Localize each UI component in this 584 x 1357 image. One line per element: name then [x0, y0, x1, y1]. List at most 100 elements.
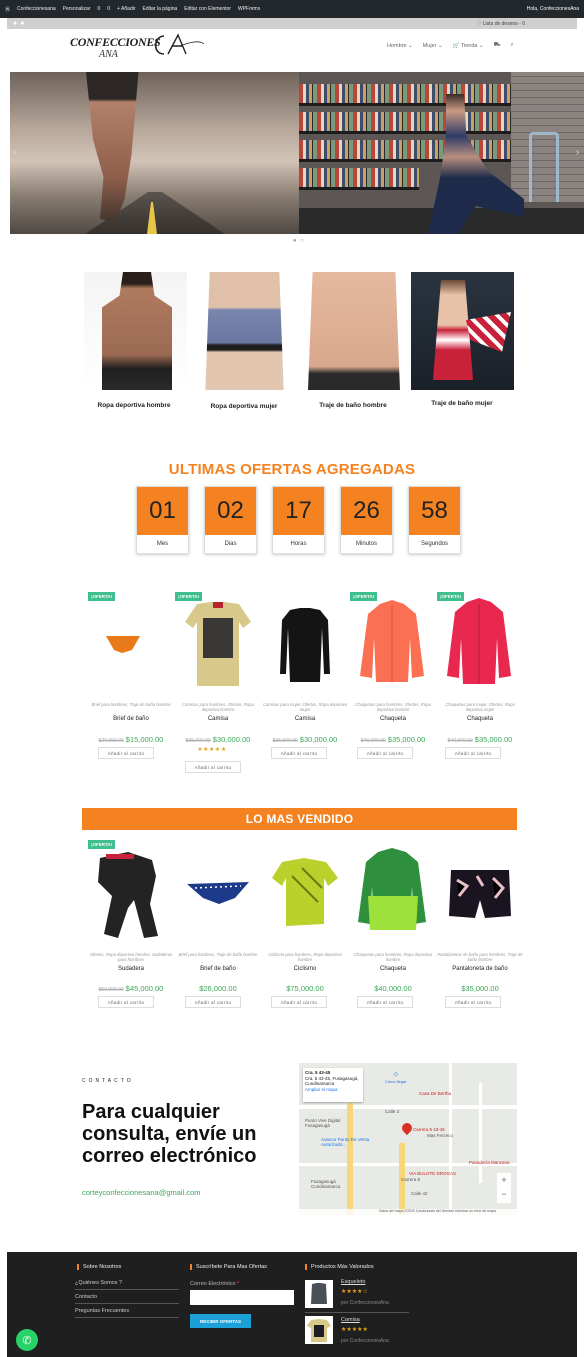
add-to-cart-button[interactable]: Añadir al carrito [185, 996, 241, 1008]
slider-prev-icon[interactable]: ‹ [13, 147, 16, 158]
product-name[interactable]: Camisa [262, 716, 348, 722]
product-image[interactable] [262, 846, 348, 938]
logo-mark[interactable] [150, 32, 205, 58]
top-product-name[interactable]: Camisa [341, 1317, 360, 1323]
nav-hombre[interactable]: Hombre ⌄ [387, 43, 413, 49]
product-name[interactable]: Chaqueta [350, 966, 436, 972]
product-categories[interactable]: Ciclismo para hombres, Ropa deportiva ho… [262, 952, 348, 962]
category-card[interactable] [84, 272, 187, 392]
product-name[interactable]: Ciclismo [262, 966, 348, 972]
category-label[interactable]: Traje de baño hombre [298, 402, 408, 409]
product-categories[interactable]: Chaquetas para mujer, Ofertas, Ropa depo… [437, 702, 523, 712]
map-pin-icon[interactable] [399, 1120, 415, 1136]
product-categories[interactable]: Chaquetas para hombres, Ropa deportiva h… [350, 952, 436, 962]
product-name[interactable]: Brief de baño [88, 716, 174, 722]
product-categories[interactable]: Ofertas, Ropa deportiva hombre, Sudadera… [88, 952, 174, 962]
add-to-cart-button[interactable]: Añadir al carrito [271, 996, 327, 1008]
admin-edit-elementor[interactable]: Editar con Elementor [184, 6, 231, 12]
hero-slider[interactable]: ‹ › [10, 72, 584, 234]
wordpress-icon[interactable]: Ⓦ [5, 6, 10, 13]
product-categories[interactable]: Pantalonetas de baño para hombres, Traje… [437, 952, 523, 962]
slider-next-icon[interactable]: › [576, 147, 579, 158]
nav-mujer[interactable]: Mujer ⌄ [423, 43, 443, 49]
map-label: Autocor Punto De Venta Autorizado... [321, 1137, 370, 1147]
subscribe-button[interactable]: RECIBIR OFERTAS [190, 1314, 251, 1328]
product-categories[interactable]: Camisas para mujer, Ofertas, Ropa deport… [262, 702, 348, 712]
product-image[interactable] [175, 846, 261, 938]
nav-tienda[interactable]: 🛒 Tienda ⌄ [453, 43, 484, 49]
product-image[interactable] [175, 598, 261, 690]
rating-stars: ★★★★★ [197, 747, 227, 753]
product-categories[interactable]: Brief para hombres, Traje de baño hombre [88, 702, 174, 707]
product-image[interactable] [437, 846, 523, 938]
add-to-cart-button[interactable]: Añadir al carrito [445, 996, 501, 1008]
admin-updates-count[interactable]: 0 [97, 6, 100, 12]
add-to-cart-button[interactable]: Añadir al carrito [271, 747, 327, 759]
whatsapp-icon[interactable]: ✆ [16, 1329, 38, 1351]
product-categories[interactable]: Camisas para hombres, Ofertas, Ropa depo… [175, 702, 261, 712]
wishlist-link[interactable]: ♡ Lista de deseos - 0 [477, 21, 525, 27]
admin-add-new[interactable]: + Añadir [117, 6, 136, 12]
logo-subtext[interactable]: ANA [99, 49, 118, 60]
product-name[interactable]: Pantaloneta de baño [437, 966, 523, 972]
social-icons[interactable]: ●● [13, 20, 27, 27]
product-name[interactable]: Brief de baño [175, 966, 261, 972]
product-image[interactable] [262, 598, 348, 690]
product-image[interactable] [350, 846, 436, 938]
category-label[interactable]: Ropa deportiva hombre [79, 402, 189, 409]
product-name[interactable]: Sudadera [88, 966, 174, 972]
map-zoom-control[interactable]: + − [497, 1173, 511, 1203]
top-product-name[interactable]: Esqueleto [341, 1279, 365, 1285]
slider-dots[interactable]: ● ○ [293, 238, 305, 244]
product-image[interactable] [350, 598, 436, 690]
category-card[interactable] [302, 272, 405, 392]
category-card[interactable] [193, 272, 296, 392]
product-name[interactable]: Chaqueta [350, 716, 436, 722]
product-name[interactable]: Chaqueta [437, 716, 523, 722]
add-to-cart-button[interactable]: Añadir al carrito [445, 747, 501, 759]
admin-site-name[interactable]: Confeccionesana [17, 6, 56, 12]
product-categories[interactable]: Brief para hombres, Traje de baño hombre [175, 952, 261, 957]
admin-comments-count[interactable]: 0 [107, 6, 110, 12]
countdown-label: Mes [156, 541, 169, 547]
google-map[interactable]: Cra. 5 43-45 Cra. 5 43-45, Fusagasugá, C… [299, 1063, 517, 1215]
admin-wpforms[interactable]: WPForms [238, 6, 260, 12]
zoom-out-icon[interactable]: − [497, 1187, 511, 1201]
map-directions-link[interactable]: ⬦ Cómo llegar [385, 1071, 407, 1084]
cart-icon[interactable]: ⛟ [494, 42, 501, 49]
top-product-image[interactable] [305, 1316, 333, 1344]
map-label: VIA BULOTE DROGAS [409, 1171, 457, 1176]
map-enlarge-link[interactable]: Ampliar el mapa [305, 1087, 361, 1093]
product-categories[interactable]: Chaquetas para hombres, Ofertas, Ropa de… [350, 702, 436, 712]
top-product-stars: ★★★★☆ [341, 1289, 368, 1295]
subscribe-email-input[interactable] [190, 1290, 294, 1305]
admin-user-greeting[interactable]: Hola, ConfeccionesAna [527, 6, 579, 12]
logo-text[interactable]: CONFECCIONES [70, 35, 161, 50]
contact-email-link[interactable]: corteyconfeccionesana@gmail.com [82, 1188, 201, 1197]
product-image[interactable] [88, 598, 174, 690]
zoom-in-icon[interactable]: + [497, 1173, 511, 1187]
footer-link-about[interactable]: ¿Quiénes Somos ? [75, 1280, 179, 1290]
footer-link-faq[interactable]: Preguntas Frecuentes [75, 1308, 179, 1318]
map-label: Calle 3 [385, 1109, 400, 1114]
admin-customize[interactable]: Personalizar [63, 6, 91, 12]
top-product-image[interactable] [305, 1280, 333, 1308]
product-name[interactable]: Camisa [175, 716, 261, 722]
category-card[interactable] [411, 272, 514, 392]
add-to-cart-button[interactable]: Añadir al carrito [98, 747, 154, 759]
footer-link-contact[interactable]: Contacto [75, 1294, 179, 1304]
old-price: $35,000.00 [185, 738, 211, 744]
product-image[interactable] [437, 598, 523, 690]
category-label[interactable]: Traje de baño mujer [407, 400, 517, 407]
product-image[interactable] [88, 846, 174, 938]
add-to-cart-button[interactable]: Añadir al carrito [357, 996, 413, 1008]
search-icon[interactable]: ⌕ [511, 42, 514, 49]
add-to-cart-button[interactable]: Añadir al carrito [98, 996, 154, 1008]
admin-edit-page[interactable]: Editar la página [143, 6, 178, 12]
add-to-cart-button[interactable]: Añadir al carrito [357, 747, 413, 759]
category-label[interactable]: Ropa deportiva mujer [189, 403, 299, 410]
hero-image-runner [10, 72, 299, 234]
product-price: $35,000.00 $30,000.00 [175, 735, 261, 744]
add-to-cart-button[interactable]: Añadir al carrito [185, 761, 241, 773]
old-price: $50,000.00 [98, 987, 124, 993]
